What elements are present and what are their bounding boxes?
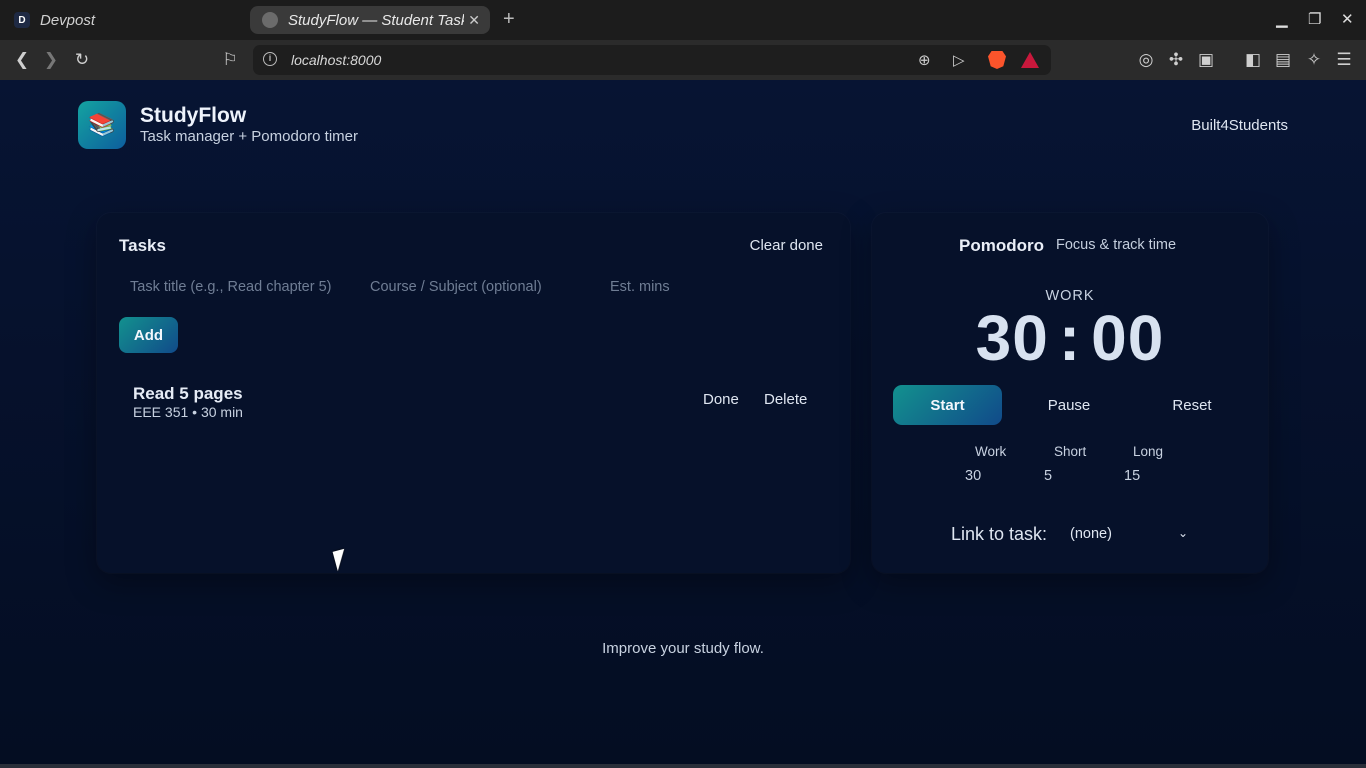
work-duration-label: Work xyxy=(975,444,1007,459)
link-task-select[interactable]: (none) ⌄ xyxy=(1070,526,1188,546)
tab-devpost[interactable]: D Devpost xyxy=(0,0,248,40)
app-page: 📚 StudyFlow Task manager + Pomodoro time… xyxy=(0,80,1366,768)
task-meta: EEE 351 • 30 min xyxy=(133,404,243,420)
close-window-icon[interactable]: ✕ xyxy=(1341,10,1354,28)
site-info-icon[interactable]: i xyxy=(263,52,277,66)
url-text[interactable]: localhost:8000 xyxy=(291,52,381,68)
add-task-button[interactable]: Add xyxy=(119,317,178,353)
task-row: Read 5 pages EEE 351 • 30 min Done Delet… xyxy=(119,370,831,428)
app-title: StudyFlow xyxy=(140,104,247,127)
tab-label: Devpost xyxy=(40,11,96,29)
course-input[interactable] xyxy=(370,276,592,298)
extension-glasses-icon[interactable]: ◎ xyxy=(1136,50,1156,70)
wallet-icon[interactable]: ▤ xyxy=(1273,50,1293,70)
est-mins-input[interactable] xyxy=(610,276,730,298)
brave-shields-icon[interactable] xyxy=(988,51,1006,69)
tasks-card: Tasks Clear done Add Read 5 pages EEE 35… xyxy=(97,213,850,573)
minimize-icon[interactable]: ▁ xyxy=(1276,10,1288,28)
pause-button[interactable]: Pause xyxy=(1018,385,1120,425)
browser-tab-bar: D Devpost StudyFlow — Student Task Manag… xyxy=(0,0,1366,40)
maximize-icon[interactable]: ❐ xyxy=(1308,10,1321,28)
books-logo-icon: 📚 xyxy=(78,101,126,149)
tasks-title: Tasks xyxy=(119,236,166,255)
footer-text: Improve your study flow. xyxy=(602,640,764,657)
send-icon[interactable]: ▷ xyxy=(953,51,965,69)
short-duration-label: Short xyxy=(1054,444,1087,459)
chevron-down-icon: ⌄ xyxy=(1177,526,1188,540)
long-duration-label: Long xyxy=(1133,444,1164,459)
forward-icon[interactable]: ❯ xyxy=(41,50,61,70)
timer-colon: : xyxy=(1058,302,1082,374)
task-title: Read 5 pages xyxy=(133,384,243,403)
task-title-input[interactable] xyxy=(130,276,352,298)
address-bar[interactable]: i localhost:8000 ⊕ ▷ xyxy=(253,45,1051,75)
reset-button[interactable]: Reset xyxy=(1138,385,1246,425)
tab-studyflow[interactable]: StudyFlow — Student Task Manager ✕ xyxy=(250,6,490,34)
link-to-task-label: Link to task: xyxy=(951,524,1048,544)
zoom-icon[interactable]: ⊕ xyxy=(918,51,931,69)
timer-seconds: 00 xyxy=(1091,302,1165,374)
timer-display: 30:00 xyxy=(872,301,1268,375)
globe-icon xyxy=(262,12,278,28)
extensions-puzzle-icon[interactable]: ✣ xyxy=(1166,50,1186,70)
menu-icon[interactable]: ☰ xyxy=(1334,50,1354,70)
link-task-value: (none) xyxy=(1070,526,1112,542)
pomodoro-subtitle: Focus & track time xyxy=(1056,237,1177,253)
long-duration-input[interactable]: 15 xyxy=(1124,468,1164,484)
close-tab-icon[interactable]: ✕ xyxy=(468,12,480,29)
new-tab-icon[interactable]: + xyxy=(503,9,515,29)
work-duration-input[interactable]: 30 xyxy=(965,468,1005,484)
reader-icon[interactable]: ▣ xyxy=(1196,50,1216,70)
sidebar-icon[interactable]: ◧ xyxy=(1243,50,1263,70)
short-duration-input[interactable]: 5 xyxy=(1044,468,1084,484)
tab-label: StudyFlow — Student Task Manager xyxy=(288,11,464,29)
timer-minutes: 30 xyxy=(975,302,1049,374)
pomodoro-card: Pomodoro Focus & track time WORK 30:00 S… xyxy=(872,213,1268,573)
app-subtitle: Task manager + Pomodoro timer xyxy=(140,128,359,145)
clear-done-button[interactable]: Clear done xyxy=(750,237,823,254)
task-done-button[interactable]: Done xyxy=(703,391,739,408)
leo-ai-icon[interactable]: ✧ xyxy=(1304,50,1324,70)
horizontal-scrollbar[interactable] xyxy=(0,764,1366,768)
pomodoro-title: Pomodoro xyxy=(959,236,1044,255)
built4students-label: Built4Students xyxy=(1191,117,1288,134)
task-delete-button[interactable]: Delete xyxy=(764,391,807,408)
reload-icon[interactable]: ↻ xyxy=(72,50,92,70)
brave-rewards-icon[interactable] xyxy=(1021,52,1039,68)
devpost-favicon-icon: D xyxy=(14,12,30,28)
start-button[interactable]: Start xyxy=(893,385,1002,425)
back-icon[interactable]: ❮ xyxy=(12,50,32,70)
bookmark-icon[interactable]: ⚐ xyxy=(220,50,240,70)
